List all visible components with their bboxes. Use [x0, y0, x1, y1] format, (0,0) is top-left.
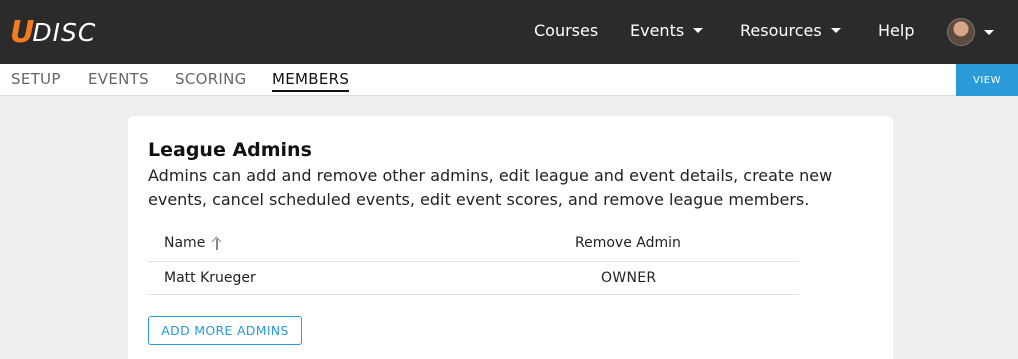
tab-scoring[interactable]: SCORING — [175, 70, 247, 88]
nav-resources-dropdown[interactable]: Resources — [740, 21, 841, 40]
nav-courses[interactable]: Courses — [534, 21, 598, 40]
tab-setup[interactable]: SETUP — [11, 70, 61, 88]
tab-events[interactable]: EVENTS — [88, 70, 149, 88]
avatar — [947, 18, 975, 46]
sort-ascending-icon — [212, 237, 222, 250]
card-description: Admins can add and remove other admins, … — [148, 166, 833, 209]
column-header-name-label: Name — [164, 235, 206, 251]
tab-members[interactable]: MEMBERS — [272, 70, 350, 92]
logo-disc: DISC — [32, 17, 97, 47]
league-admins-card: League Admins Admins can add and remove … — [128, 116, 893, 359]
nav-events-dropdown[interactable]: Events — [630, 21, 704, 40]
nav-resources-label: Resources — [740, 21, 822, 40]
logo-u: U — [10, 14, 34, 50]
nav-courses-label: Courses — [534, 21, 599, 40]
card-title: League Admins — [148, 139, 312, 161]
column-header-name[interactable]: Name — [164, 235, 222, 251]
add-more-admins-button[interactable]: ADD MORE ADMINS — [148, 316, 302, 345]
nav-help-label: Help — [878, 21, 915, 40]
view-button[interactable]: VIEW — [956, 64, 1018, 96]
column-header-remove-admin: Remove Admin — [575, 235, 681, 251]
caret-down-icon — [830, 28, 841, 33]
nav-help[interactable]: Help — [878, 21, 914, 40]
nav-events-label: Events — [630, 21, 685, 40]
admin-role: OWNER — [601, 270, 657, 286]
udisc-logo[interactable]: U DISC — [10, 14, 96, 50]
user-menu[interactable] — [947, 18, 994, 46]
table-row: Matt Krueger OWNER — [148, 261, 799, 295]
admin-name: Matt Krueger — [164, 270, 256, 286]
caret-down-icon — [693, 28, 704, 33]
caret-down-icon — [984, 29, 994, 35]
top-navbar: U DISC Courses Events Resources Help — [0, 0, 1018, 64]
league-subnav: SETUP EVENTS SCORING MEMBERS VIEW — [0, 64, 1018, 96]
